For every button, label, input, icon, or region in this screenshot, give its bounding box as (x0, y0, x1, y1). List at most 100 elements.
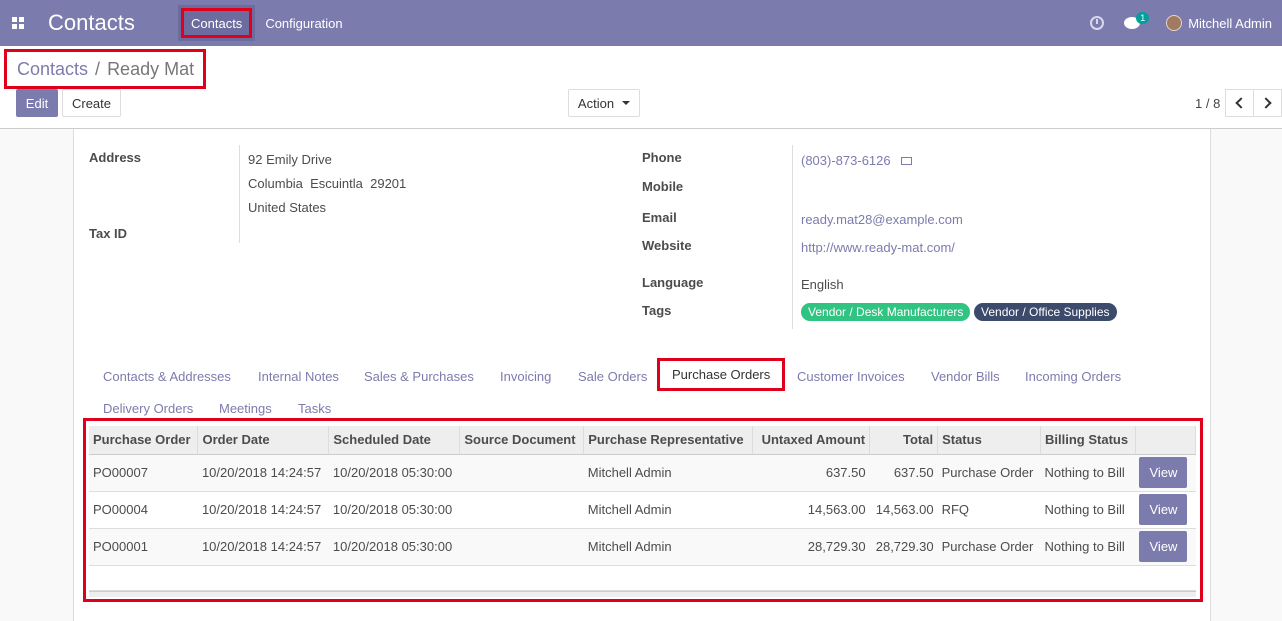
chat-count-badge: 1 (1136, 12, 1150, 24)
col-scheduled-date[interactable]: Scheduled Date (328, 426, 461, 455)
cell-source-document (459, 491, 584, 529)
email-label: Email (642, 210, 677, 225)
tab-contacts-addresses[interactable]: Contacts & Addresses (103, 369, 231, 384)
menu-configuration[interactable]: Configuration (255, 0, 352, 46)
cell-untaxed-amount: 637.50 (752, 454, 870, 492)
app-title: Contacts (48, 10, 135, 35)
tags-label: Tags (642, 303, 672, 318)
address-city-state-zip[interactable]: Columbia Escuintla 29201 (248, 176, 406, 191)
tag-desk-manufacturers[interactable]: Vendor / Desk Manufacturers (801, 303, 971, 321)
tag-office-supplies[interactable]: Vendor / Office Supplies (974, 303, 1117, 321)
caret-down-icon (622, 101, 631, 105)
cell-scheduled-date: 10/20/2018 05:30:00 (328, 491, 460, 529)
activity-clock-icon[interactable] (1090, 16, 1105, 30)
col-status[interactable]: Status (937, 426, 1042, 455)
chevron-left-icon (1235, 97, 1247, 109)
action-dropdown[interactable]: Action (568, 89, 640, 117)
tab-sales-purchases[interactable]: Sales & Purchases (364, 369, 474, 384)
col-actions (1135, 426, 1197, 455)
view-button[interactable]: View (1139, 457, 1188, 488)
col-purchase-order[interactable]: Purchase Order (89, 426, 199, 455)
col-total[interactable]: Total (869, 426, 939, 455)
address-country[interactable]: United States (248, 200, 326, 215)
col-order-date[interactable]: Order Date (197, 426, 330, 455)
cell-purchase-order: PO00007 (89, 454, 198, 492)
address-street[interactable]: 92 Emily Drive (248, 152, 332, 167)
website-value[interactable]: http://www.ready-mat.com/ (801, 240, 955, 255)
cell-order-date: 10/20/2018 14:24:57 (197, 528, 329, 566)
cell-status: RFQ (937, 491, 1041, 529)
chevron-right-icon (1260, 97, 1272, 109)
tab-purchase-orders[interactable]: Purchase Orders (657, 358, 786, 391)
table-row[interactable]: PO00007 10/20/2018 14:24:57 10/20/2018 0… (89, 454, 1196, 492)
pager-previous-button[interactable] (1225, 89, 1254, 117)
pager-next-button[interactable] (1253, 89, 1282, 117)
tab-delivery-orders[interactable]: Delivery Orders (103, 401, 193, 416)
notebook-tabs: Contacts & Addresses Internal Notes Sale… (90, 358, 1200, 421)
control-panel: Contacts / Ready Mat Edit Create Action … (0, 46, 1282, 129)
phone-value[interactable]: (803)-873-6126 (801, 153, 891, 168)
tab-incoming-orders[interactable]: Incoming Orders (1025, 369, 1121, 384)
breadcrumb: Contacts / Ready Mat (4, 49, 206, 89)
tab-internal-notes[interactable]: Internal Notes (258, 369, 339, 384)
breadcrumb-contacts-link[interactable]: Contacts (17, 59, 88, 80)
table-row[interactable]: PO00001 10/20/2018 14:24:57 10/20/2018 0… (89, 528, 1196, 566)
action-label: Action (577, 95, 615, 111)
form-sheet: Address 92 Emily Drive Columbia Escuintl… (73, 129, 1211, 621)
cell-scheduled-date: 10/20/2018 05:30:00 (328, 454, 460, 492)
cell-purchase-order: PO00001 (89, 528, 198, 566)
menu-contacts[interactable]: Contacts (178, 5, 256, 41)
cell-source-document (459, 454, 584, 492)
phone-field[interactable]: (803)-873-6126 (801, 153, 912, 168)
col-billing-status[interactable]: Billing Status (1040, 426, 1136, 455)
col-untaxed-amount[interactable]: Untaxed Amount (752, 426, 871, 455)
top-navbar: Contacts Contacts Configuration 1 Mitche… (0, 0, 1282, 46)
cell-status: Purchase Order (937, 528, 1041, 566)
language-value[interactable]: English (801, 277, 844, 292)
address-label: Address (89, 150, 142, 165)
purchase-orders-table-wrapper: Purchase Order Order Date Scheduled Date… (83, 418, 1203, 602)
tab-customer-invoices[interactable]: Customer Invoices (797, 369, 905, 384)
cell-billing-status: Nothing to Bill (1040, 454, 1136, 492)
cell-order-date: 10/20/2018 14:24:57 (197, 454, 329, 492)
cell-representative: Mitchell Admin (583, 528, 753, 566)
mobile-label: Mobile (642, 179, 684, 194)
tab-vendor-bills[interactable]: Vendor Bills (931, 369, 1000, 384)
tab-invoicing[interactable]: Invoicing (500, 369, 551, 384)
cell-untaxed-amount: 28,729.30 (752, 528, 870, 566)
sms-envelope-icon[interactable] (900, 157, 912, 165)
cell-total: 637.50 (869, 454, 938, 492)
breadcrumb-separator: / (95, 58, 101, 79)
purchase-orders-table: Purchase Order Order Date Scheduled Date… (89, 426, 1197, 591)
cell-representative: Mitchell Admin (583, 491, 753, 529)
user-avatar[interactable] (1166, 15, 1183, 31)
tab-tasks[interactable]: Tasks (298, 401, 331, 416)
pager-value[interactable]: 1 / 8 (1195, 96, 1220, 111)
cell-source-document (459, 528, 584, 566)
cell-purchase-order: PO00004 (89, 491, 198, 529)
cell-billing-status: Nothing to Bill (1040, 491, 1136, 529)
apps-menu-icon[interactable] (2, 0, 34, 46)
table-footer (89, 591, 1196, 597)
table-row[interactable]: PO00004 10/20/2018 14:24:57 10/20/2018 0… (89, 491, 1196, 529)
col-purchase-representative[interactable]: Purchase Representative (583, 426, 754, 455)
create-button[interactable]: Create (62, 89, 121, 117)
tab-sale-orders[interactable]: Sale Orders (578, 369, 647, 384)
view-button[interactable]: View (1139, 494, 1188, 525)
cell-action: View (1135, 491, 1196, 529)
website-label: Website (642, 238, 692, 253)
email-value[interactable]: ready.mat28@example.com (801, 212, 963, 227)
divider (792, 145, 793, 329)
messaging-button[interactable]: 1 (1124, 12, 1150, 30)
divider (239, 145, 240, 243)
cell-scheduled-date: 10/20/2018 05:30:00 (328, 528, 460, 566)
view-button[interactable]: View (1139, 531, 1188, 562)
user-menu[interactable]: Mitchell Admin (1188, 16, 1272, 31)
language-label: Language (642, 275, 704, 290)
cell-representative: Mitchell Admin (583, 454, 753, 492)
cell-action: View (1135, 528, 1196, 566)
edit-button[interactable]: Edit (16, 89, 58, 117)
tab-meetings[interactable]: Meetings (219, 401, 272, 416)
col-source-document[interactable]: Source Document (459, 426, 585, 455)
cell-status: Purchase Order (937, 454, 1041, 492)
